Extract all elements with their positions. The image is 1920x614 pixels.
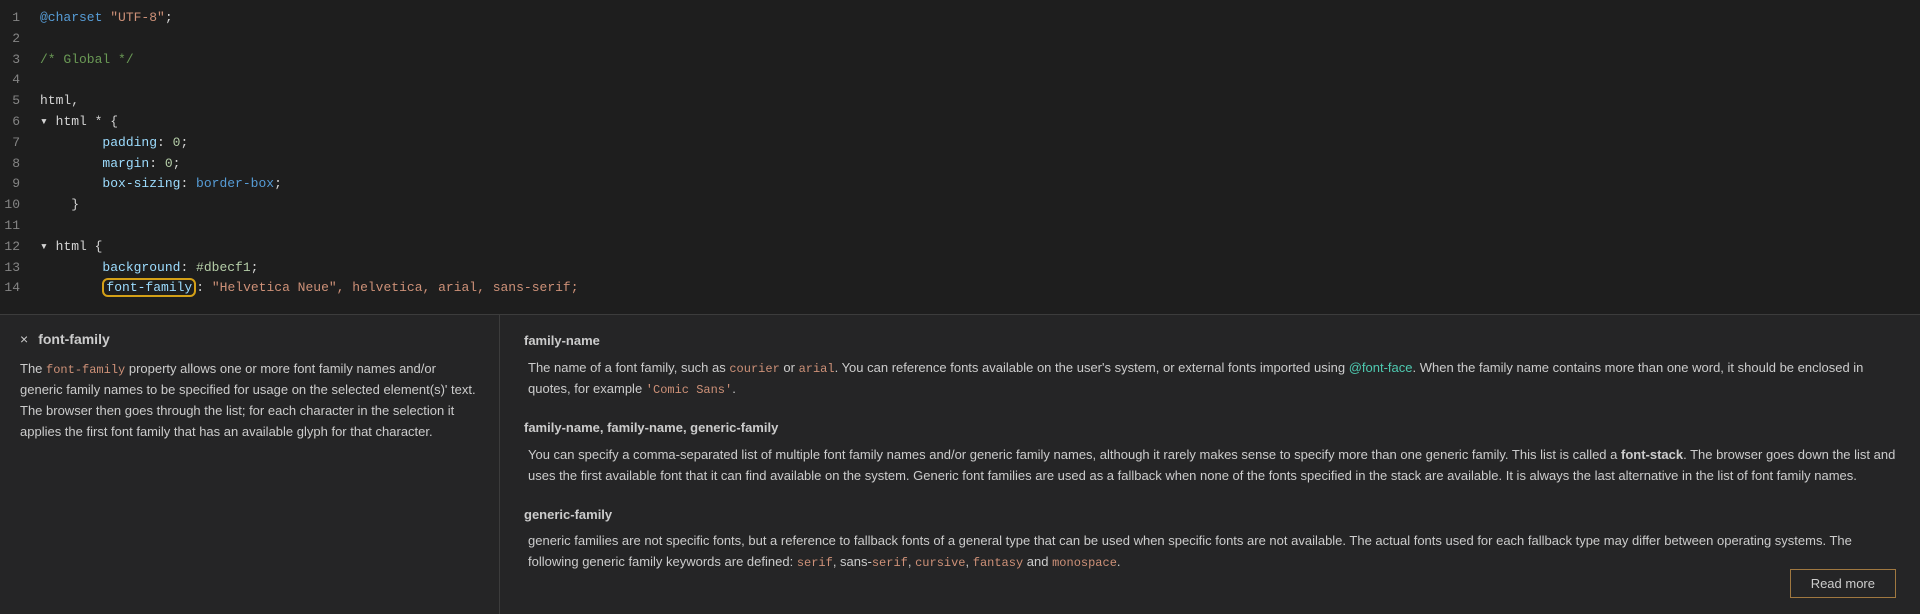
code-line: 6▾ html * { [0, 112, 1920, 133]
code-content: padding: 0; [40, 133, 1904, 154]
code-token: @charset [40, 10, 110, 25]
code-token: border-box [196, 176, 274, 191]
code-line: 10 } [0, 195, 1920, 216]
code-line: 14 font-family: "Helvetica Neue", helvet… [0, 278, 1920, 299]
code-content: /* Global */ [40, 50, 1904, 71]
code-content: ▾ html { [40, 237, 1904, 258]
doc-section: generic-family generic families are not s… [524, 505, 1896, 574]
tooltip-body: The font-family property allows one or m… [20, 359, 479, 443]
code-token: : [149, 156, 165, 171]
line-number: 6 [0, 112, 40, 133]
code-content: margin: 0; [40, 154, 1904, 175]
code-token: ; [251, 260, 259, 275]
code-content: html, [40, 91, 1904, 112]
code-line: 12▾ html { [0, 237, 1920, 258]
code-token: /* Global */ [40, 52, 134, 67]
code-line: 5html, [0, 91, 1920, 112]
main-container: 1@charset "UTF-8";23/* Global */45html,6… [0, 0, 1920, 614]
code-token: ; [274, 176, 282, 191]
line-number: 2 [0, 29, 40, 50]
code-editor: 1@charset "UTF-8";23/* Global */45html,6… [0, 0, 1920, 314]
code-line: 3/* Global */ [0, 50, 1920, 71]
read-more-area: Read more [1790, 569, 1896, 598]
line-number: 5 [0, 91, 40, 112]
code-token: ; [165, 10, 173, 25]
tooltip-left: × font-family The font-family property a… [0, 315, 500, 614]
line-number: 9 [0, 174, 40, 195]
highlighted-property: font-family [102, 278, 196, 297]
line-number: 1 [0, 8, 40, 29]
code-token: ▾ [40, 239, 56, 254]
code-token: padding [40, 135, 157, 150]
code-token: { [87, 239, 103, 254]
code-line: 8 margin: 0; [0, 154, 1920, 175]
code-line: 1@charset "UTF-8"; [0, 8, 1920, 29]
line-number: 11 [0, 216, 40, 237]
line-number: 8 [0, 154, 40, 175]
tooltip-header: × font-family [20, 331, 479, 347]
doc-section: family-name The name of a font family, su… [524, 331, 1896, 400]
code-token: html [56, 239, 87, 254]
code-line: 2 [0, 29, 1920, 50]
tooltip-panel: × font-family The font-family property a… [0, 314, 1920, 614]
code-token: ; [173, 156, 181, 171]
code-content: ▾ html * { [40, 112, 1904, 133]
code-content: box-sizing: border-box; [40, 174, 1904, 195]
doc-section: family-name, family-name, generic-family… [524, 418, 1896, 486]
code-token: 0 [165, 156, 173, 171]
code-line: 7 padding: 0; [0, 133, 1920, 154]
doc-section-title: family-name, family-name, generic-family [524, 418, 1896, 439]
code-content: @charset "UTF-8"; [40, 8, 1904, 29]
tooltip-right: family-name The name of a font family, su… [500, 315, 1920, 614]
code-token: box-sizing [40, 176, 180, 191]
code-token: "UTF-8" [110, 10, 165, 25]
code-content: font-family: "Helvetica Neue", helvetica… [40, 278, 1904, 299]
code-token: margin [40, 156, 149, 171]
code-token: : [180, 176, 196, 191]
code-token: ▾ [40, 114, 56, 129]
code-content: } [40, 195, 1904, 216]
code-token: ; [180, 135, 188, 150]
doc-section-title: family-name [524, 331, 1896, 352]
code-line: 4 [0, 70, 1920, 91]
code-token: : [157, 135, 173, 150]
read-more-button[interactable]: Read more [1790, 569, 1896, 598]
line-number: 4 [0, 70, 40, 91]
code-line: 9 box-sizing: border-box; [0, 174, 1920, 195]
code-token: : [180, 260, 196, 275]
line-number: 3 [0, 50, 40, 71]
code-token: #dbecf1 [196, 260, 251, 275]
line-number: 12 [0, 237, 40, 258]
doc-section-body: You can specify a comma-separated list o… [524, 445, 1896, 487]
doc-section-body: The name of a font family, such as couri… [524, 358, 1896, 400]
font-face-link[interactable]: @font-face [1349, 360, 1413, 375]
line-number: 10 [0, 195, 40, 216]
code-content: background: #dbecf1; [40, 258, 1904, 279]
code-token: * { [87, 114, 118, 129]
doc-section-body: generic families are not specific fonts,… [524, 531, 1896, 573]
line-number: 13 [0, 258, 40, 279]
code-line: 11 [0, 216, 1920, 237]
tooltip-title: font-family [38, 331, 110, 347]
code-token: background [40, 260, 180, 275]
code-line: 13 background: #dbecf1; [0, 258, 1920, 279]
doc-section-title: generic-family [524, 505, 1896, 526]
line-number: 14 [0, 278, 40, 299]
code-token: html [56, 114, 87, 129]
code-token: html, [40, 93, 79, 108]
line-number: 7 [0, 133, 40, 154]
close-button[interactable]: × [20, 332, 28, 346]
code-token: } [40, 197, 79, 212]
